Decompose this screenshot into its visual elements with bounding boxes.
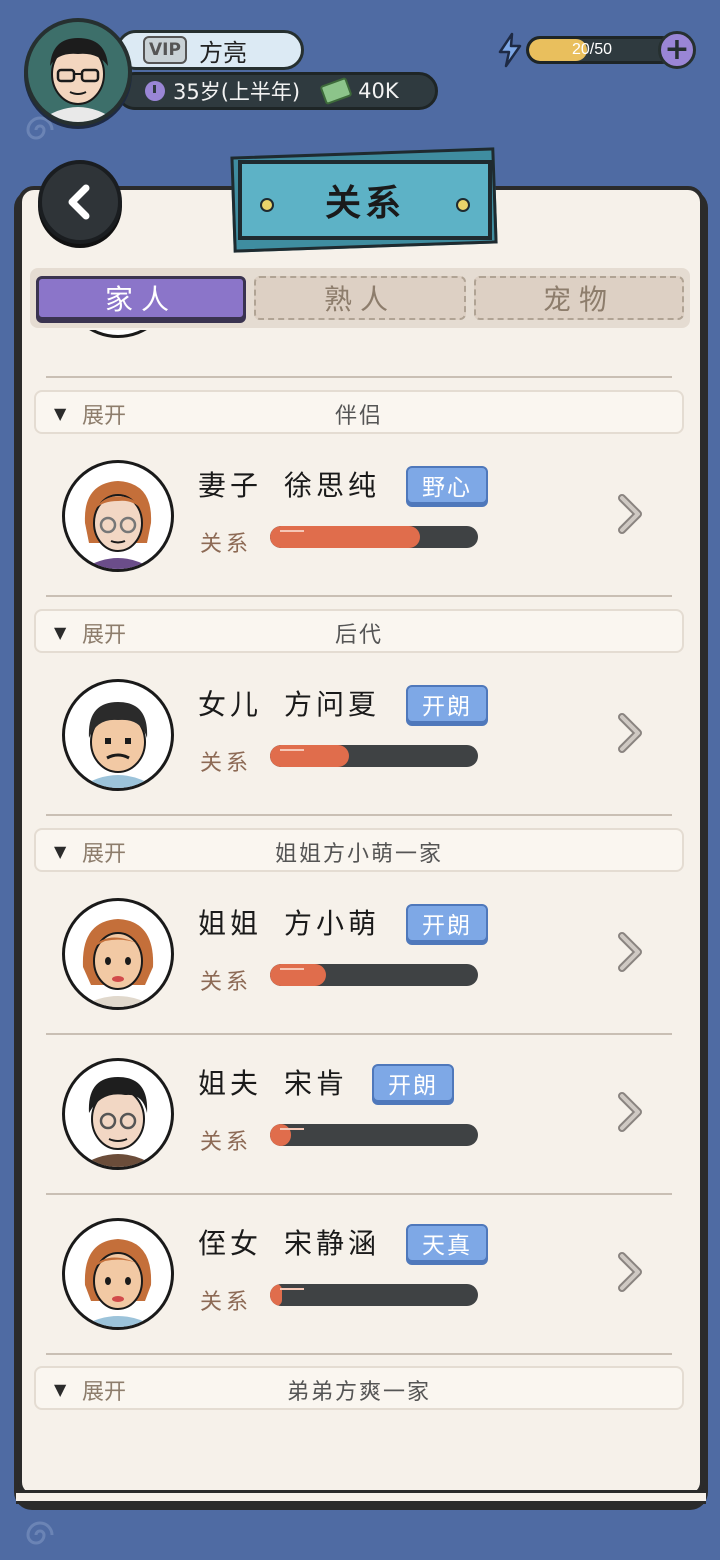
player-portrait-icon xyxy=(28,22,128,122)
player-money: 40K xyxy=(358,79,399,103)
relations-list[interactable]: 关系 ▼ 展开 伴侣 妻子 徐思纯 野心 关系 xyxy=(22,330,698,1490)
list-item[interactable]: 关系 xyxy=(22,330,698,360)
divider xyxy=(46,376,672,378)
chevron-right-icon[interactable] xyxy=(612,928,648,976)
person-name: 方小萌 xyxy=(284,907,381,940)
divider xyxy=(46,1353,672,1355)
trait-badge: 开朗 xyxy=(406,685,488,723)
chevron-left-icon xyxy=(68,184,90,220)
trait-badge: 开朗 xyxy=(372,1064,454,1102)
section-title: 弟弟方爽一家 xyxy=(286,1380,431,1405)
tab-family[interactable]: 家人 xyxy=(36,276,246,320)
relation-label: 关系 xyxy=(200,1290,253,1315)
back-button[interactable] xyxy=(38,160,122,244)
banner-pin-icon xyxy=(260,198,274,212)
relation-label: 关系 xyxy=(200,970,253,995)
energy-text: 20/50 xyxy=(571,41,613,58)
chevron-right-icon[interactable] xyxy=(612,1248,648,1296)
divider xyxy=(46,595,672,597)
trait-badge: 天真 xyxy=(406,1224,488,1262)
player-name-pill[interactable]: VIP 方亮 xyxy=(116,30,304,70)
section-header-partner[interactable]: ▼ 展开 伴侣 xyxy=(34,390,684,434)
person-name: 方问夏 xyxy=(284,688,381,721)
relation-bar xyxy=(270,526,478,548)
person-role: 姐姐 xyxy=(198,907,263,940)
list-item[interactable]: 女儿 方问夏 开朗 关系 xyxy=(22,653,698,813)
list-item[interactable]: 侄女 宋静涵 天真 关系 xyxy=(22,1192,698,1352)
trait-badge: 开朗 xyxy=(406,904,488,942)
relation-bar xyxy=(270,1284,478,1306)
brother-in-law-portrait-icon xyxy=(79,1077,157,1167)
sister-portrait-icon xyxy=(81,919,155,1007)
divider xyxy=(46,814,672,816)
relation-label: 关系 xyxy=(200,1130,253,1155)
chevron-right-icon[interactable] xyxy=(612,709,648,757)
list-item[interactable]: 姐夫 宋肯 开朗 关系 xyxy=(22,1032,698,1192)
banner-pin-icon xyxy=(456,198,470,212)
avatar xyxy=(62,1218,174,1330)
avatar xyxy=(62,898,174,1010)
person-name: 宋静涵 xyxy=(284,1227,381,1260)
daughter-portrait-icon xyxy=(79,702,157,788)
relation-label: 关系 xyxy=(200,751,253,776)
person-role: 女儿 xyxy=(198,688,263,721)
avatar xyxy=(62,460,174,572)
chevron-right-icon[interactable] xyxy=(612,1088,648,1136)
section-title: 伴侣 xyxy=(334,404,383,429)
list-item[interactable]: 妻子 徐思纯 野心 关系 xyxy=(22,434,698,594)
relation-label: 关系 xyxy=(200,532,253,557)
person-role: 侄女 xyxy=(198,1227,263,1260)
niece-portrait-icon xyxy=(81,1239,155,1327)
relation-fill xyxy=(270,526,420,548)
relation-fill xyxy=(270,1124,304,1146)
wife-portrait-icon xyxy=(83,481,153,569)
energy-bar: 20/50 xyxy=(526,36,676,64)
tab-acquaintances[interactable]: 熟人 xyxy=(254,276,466,320)
avatar xyxy=(62,330,174,338)
relation-fill xyxy=(270,1284,306,1306)
relation-fill xyxy=(270,964,327,986)
player-age: 35岁(上半年) xyxy=(173,80,301,104)
section-header-sister-family[interactable]: ▼ 展开 姐姐方小萌一家 xyxy=(34,828,684,872)
person-name: 徐思纯 xyxy=(284,469,381,502)
relation-bar xyxy=(270,745,478,767)
avatar xyxy=(62,679,174,791)
relation-bar xyxy=(270,1124,478,1146)
add-energy-button[interactable]: + xyxy=(658,31,696,69)
money-icon xyxy=(319,76,353,106)
player-info-pill: 35岁(上半年) 40K xyxy=(116,72,438,110)
vip-badge[interactable]: VIP xyxy=(143,36,187,64)
category-tabs: 家人 熟人 宠物 xyxy=(30,268,690,328)
clock-icon xyxy=(145,81,165,101)
player-avatar[interactable] xyxy=(24,18,132,126)
avatar xyxy=(62,1058,174,1170)
player-name: 方亮 xyxy=(199,38,247,67)
person-role: 姐夫 xyxy=(198,1067,263,1100)
section-title: 后代 xyxy=(334,623,383,648)
chevron-right-icon[interactable] xyxy=(612,490,648,538)
page-title: 关系 xyxy=(324,182,405,224)
panel-page-edge xyxy=(16,1490,706,1504)
lightning-icon xyxy=(498,32,522,68)
tab-pets[interactable]: 宠物 xyxy=(474,276,684,320)
title-banner: 关系 xyxy=(238,160,492,240)
section-header-descendants[interactable]: ▼ 展开 后代 xyxy=(34,609,684,653)
section-title: 姐姐方小萌一家 xyxy=(274,842,443,867)
section-header-brother-family[interactable]: ▼ 展开 弟弟方爽一家 xyxy=(34,1366,684,1410)
trait-badge: 野心 xyxy=(406,466,488,504)
person-role: 妻子 xyxy=(198,469,263,502)
relation-bar xyxy=(270,964,478,986)
list-item[interactable]: 姐姐 方小萌 开朗 关系 xyxy=(22,872,698,1032)
relation-fill xyxy=(270,745,350,767)
person-name: 宋肯 xyxy=(284,1067,349,1100)
background-doodle xyxy=(26,1521,54,1545)
